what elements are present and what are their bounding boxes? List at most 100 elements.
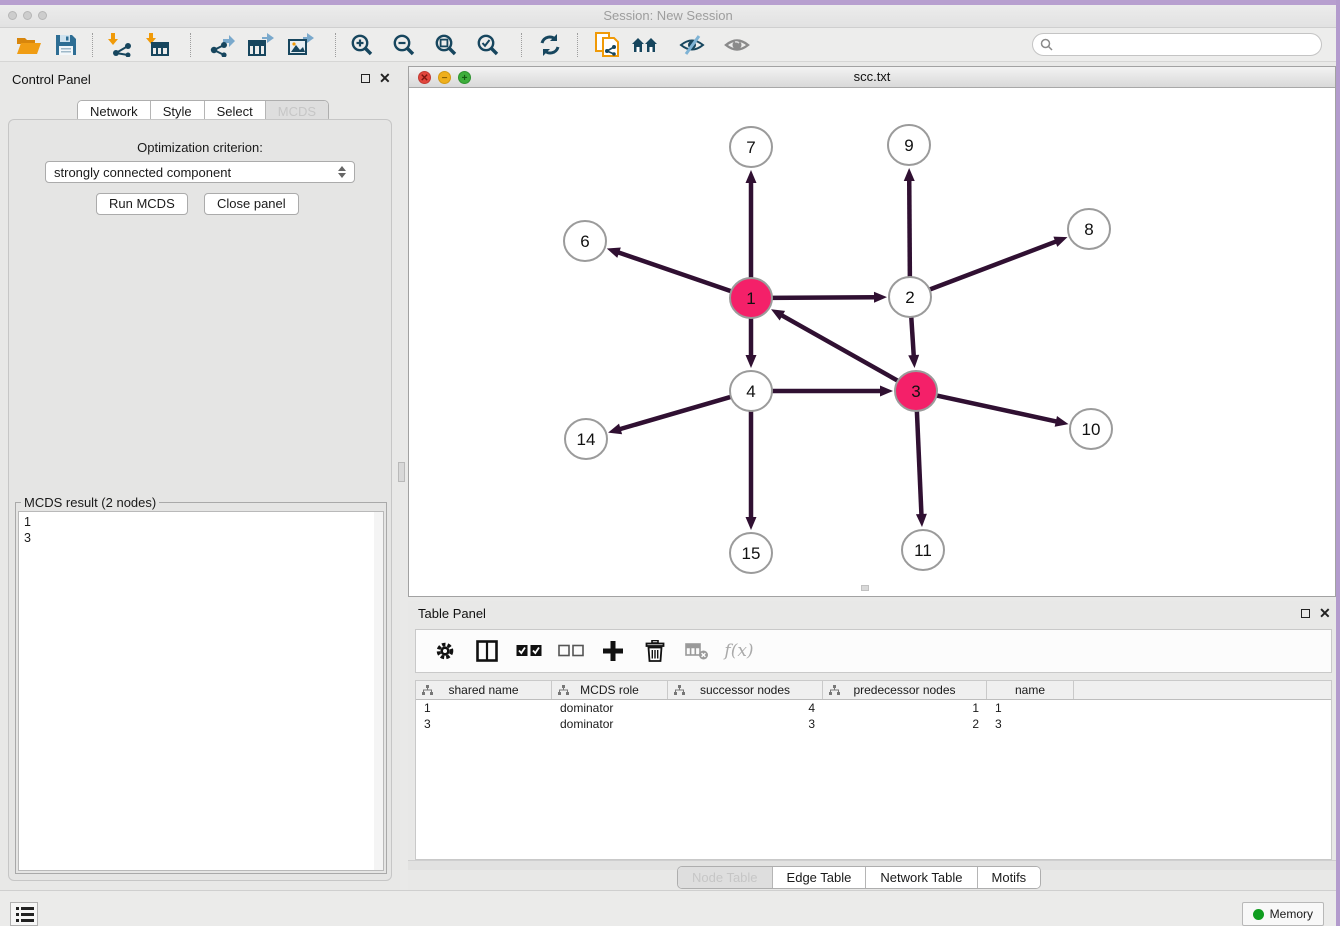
select-all-checkboxes-icon[interactable] xyxy=(516,638,542,664)
result-scrollbar[interactable] xyxy=(374,512,383,870)
show-columns-icon[interactable] xyxy=(474,638,500,664)
list-icon xyxy=(16,907,37,910)
add-row-icon[interactable] xyxy=(600,638,626,664)
export-table-icon[interactable] xyxy=(246,31,276,59)
show-all-icon[interactable] xyxy=(722,31,752,59)
mcds-result-text[interactable]: 1 3 xyxy=(18,511,384,871)
arrowhead-4-3 xyxy=(880,386,893,397)
delete-table-icon[interactable] xyxy=(684,638,710,664)
network-maximize-icon[interactable]: + xyxy=(458,71,471,84)
save-session-icon[interactable] xyxy=(51,31,81,59)
zoom-selected-icon[interactable] xyxy=(473,31,503,59)
network-close-icon[interactable]: ✕ xyxy=(418,71,431,84)
tab-network-table[interactable]: Network Table xyxy=(866,867,977,888)
tab-motifs[interactable]: Motifs xyxy=(978,867,1041,888)
network-graph[interactable]: 7968124314101511 xyxy=(409,88,1335,596)
table-panel: Table Panel ✕ f(x) xyxy=(408,601,1336,893)
network-minimize-icon[interactable]: − xyxy=(438,71,451,84)
column-header-predecessor-nodes[interactable]: predecessor nodes xyxy=(823,681,987,699)
edge-1-2[interactable] xyxy=(770,297,876,298)
close-panel-icon[interactable]: ✕ xyxy=(379,72,391,84)
column-type-icon xyxy=(422,685,433,696)
network-window-titlebar[interactable]: ✕ − + scc.txt xyxy=(409,67,1335,88)
toolbar-separator xyxy=(190,33,191,57)
import-table-icon[interactable] xyxy=(143,31,173,59)
cell-successor-nodes[interactable]: 3 xyxy=(668,716,823,732)
function-builder-icon[interactable]: f(x) xyxy=(726,638,752,664)
import-network-icon[interactable] xyxy=(105,31,135,59)
memory-label: Memory xyxy=(1270,907,1313,921)
table-row[interactable]: 3 dominator 3 2 3 xyxy=(416,716,1331,732)
search-icon xyxy=(1040,38,1053,51)
new-network-from-selection-icon[interactable] xyxy=(592,31,622,59)
delete-row-icon[interactable] xyxy=(642,638,668,664)
edge-2-9[interactable] xyxy=(909,179,910,278)
column-header-shared-name[interactable]: shared name xyxy=(416,681,552,699)
open-session-icon[interactable] xyxy=(14,31,44,59)
apply-layout-icon[interactable] xyxy=(535,31,565,59)
float-table-panel-icon[interactable] xyxy=(1301,609,1310,618)
table-row[interactable]: 1 dominator 4 1 1 xyxy=(416,700,1331,716)
toolbar-separator xyxy=(335,33,336,57)
cell-successor-nodes[interactable]: 4 xyxy=(668,700,823,716)
table-options-icon[interactable] xyxy=(432,638,458,664)
cell-mcds-role[interactable]: dominator xyxy=(552,700,668,716)
mcds-result-group: MCDS result (2 nodes) 1 3 xyxy=(15,502,387,874)
column-type-icon xyxy=(558,685,569,696)
search-input[interactable] xyxy=(1058,38,1321,52)
control-panel-header: Control Panel ✕ xyxy=(0,62,400,96)
close-table-panel-icon[interactable]: ✕ xyxy=(1319,607,1331,619)
edge-1-6[interactable] xyxy=(617,252,733,292)
deselect-all-checkboxes-icon[interactable] xyxy=(558,638,584,664)
cell-name[interactable]: 3 xyxy=(987,716,1074,732)
edge-2-8[interactable] xyxy=(928,241,1057,290)
memory-status-icon xyxy=(1253,909,1264,920)
edge-3-11[interactable] xyxy=(917,410,922,516)
cell-shared-name[interactable]: 1 xyxy=(416,700,552,716)
export-network-icon[interactable] xyxy=(207,31,237,59)
arrowhead-4-15 xyxy=(746,517,757,530)
edge-2-3[interactable] xyxy=(911,316,914,357)
toolbar-separator xyxy=(577,33,578,57)
mcds-panel: Optimization criterion: strongly connect… xyxy=(8,119,392,881)
task-history-button[interactable] xyxy=(10,902,38,926)
zoom-in-icon[interactable] xyxy=(347,31,377,59)
zoom-fit-icon[interactable] xyxy=(431,31,461,59)
edge-4-14[interactable] xyxy=(619,396,733,429)
main-window: Session: New Session xyxy=(0,5,1336,926)
column-header-mcds-role[interactable]: MCDS role xyxy=(552,681,668,699)
run-mcds-button[interactable]: Run MCDS xyxy=(96,193,188,215)
criterion-select[interactable]: strongly connected component xyxy=(45,161,355,183)
maximize-window-icon[interactable] xyxy=(38,11,47,20)
canvas-resize-handle[interactable] xyxy=(861,585,869,591)
first-neighbors-icon[interactable] xyxy=(630,31,660,59)
cell-predecessor-nodes[interactable]: 1 xyxy=(823,700,987,716)
cell-mcds-role[interactable]: dominator xyxy=(552,716,668,732)
column-header-name[interactable]: name xyxy=(987,681,1074,699)
graph-node-label-6: 6 xyxy=(580,232,589,251)
table-panel-title: Table Panel xyxy=(418,606,486,621)
float-panel-icon[interactable] xyxy=(361,74,370,83)
cell-name[interactable]: 1 xyxy=(987,700,1074,716)
minimize-window-icon[interactable] xyxy=(23,11,32,20)
export-image-icon[interactable] xyxy=(286,31,316,59)
close-window-icon[interactable] xyxy=(8,11,17,20)
arrowhead-3-10 xyxy=(1055,416,1069,427)
memory-button[interactable]: Memory xyxy=(1242,902,1324,926)
graph-node-label-4: 4 xyxy=(746,382,755,401)
tab-edge-table[interactable]: Edge Table xyxy=(773,867,867,888)
splitter-grip[interactable] xyxy=(398,462,405,482)
close-panel-button[interactable]: Close panel xyxy=(204,193,299,215)
network-canvas[interactable]: 7968124314101511 xyxy=(409,88,1335,596)
cell-shared-name[interactable]: 3 xyxy=(416,716,552,732)
search-box[interactable] xyxy=(1032,33,1322,56)
edge-3-1[interactable] xyxy=(781,315,900,382)
edge-3-10[interactable] xyxy=(935,395,1058,422)
node-table: shared name MCDS role successor nodes pr… xyxy=(415,680,1332,860)
zoom-out-icon[interactable] xyxy=(389,31,419,59)
tab-node-table[interactable]: Node Table xyxy=(678,867,773,888)
cell-predecessor-nodes[interactable]: 2 xyxy=(823,716,987,732)
column-header-successor-nodes[interactable]: successor nodes xyxy=(668,681,823,699)
hide-selected-icon[interactable] xyxy=(677,31,707,59)
main-toolbar xyxy=(0,28,1336,62)
